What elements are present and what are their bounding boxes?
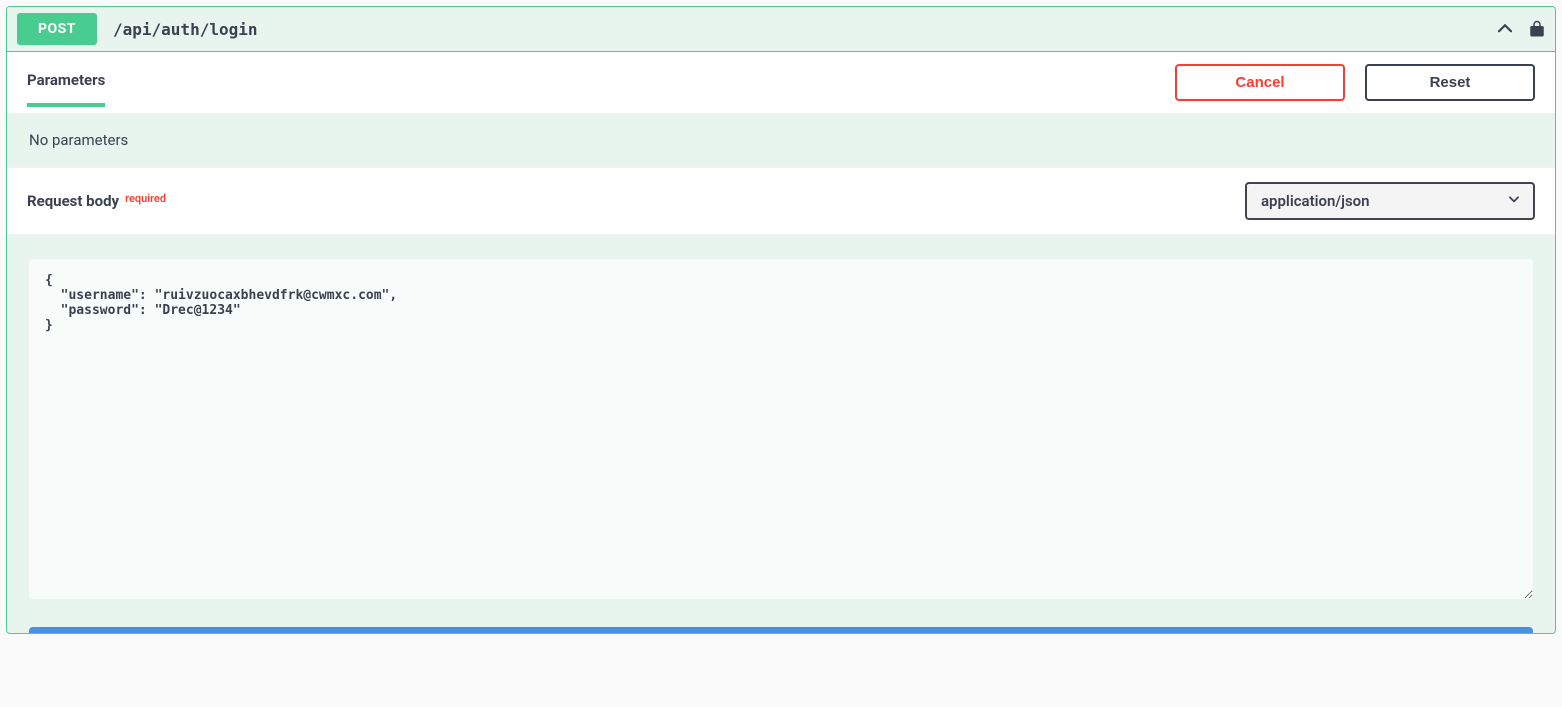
method-badge: POST — [17, 13, 97, 45]
operation-summary[interactable]: POST /api/auth/login — [7, 7, 1555, 52]
required-badge: required — [125, 192, 166, 205]
lock-icon[interactable] — [1529, 20, 1545, 38]
request-body-header: Request body required application/json — [7, 167, 1555, 235]
chevron-down-icon — [1507, 192, 1521, 210]
operation-block: POST /api/auth/login Parameters Cancel R… — [6, 6, 1556, 634]
execute-button[interactable] — [29, 627, 1533, 633]
parameters-header: Parameters Cancel Reset — [7, 52, 1555, 113]
chevron-up-icon[interactable] — [1495, 19, 1515, 39]
parameters-tab[interactable]: Parameters — [27, 71, 105, 107]
no-parameters-text: No parameters — [7, 113, 1555, 167]
request-body-section — [7, 235, 1555, 627]
reset-button[interactable]: Reset — [1365, 64, 1535, 101]
request-body-label: Request body — [27, 192, 119, 210]
content-type-value: application/json — [1261, 192, 1370, 210]
content-type-select[interactable]: application/json — [1245, 182, 1535, 220]
cancel-button[interactable]: Cancel — [1175, 64, 1345, 101]
request-body-textarea[interactable] — [29, 259, 1533, 599]
endpoint-path: /api/auth/login — [113, 20, 258, 39]
